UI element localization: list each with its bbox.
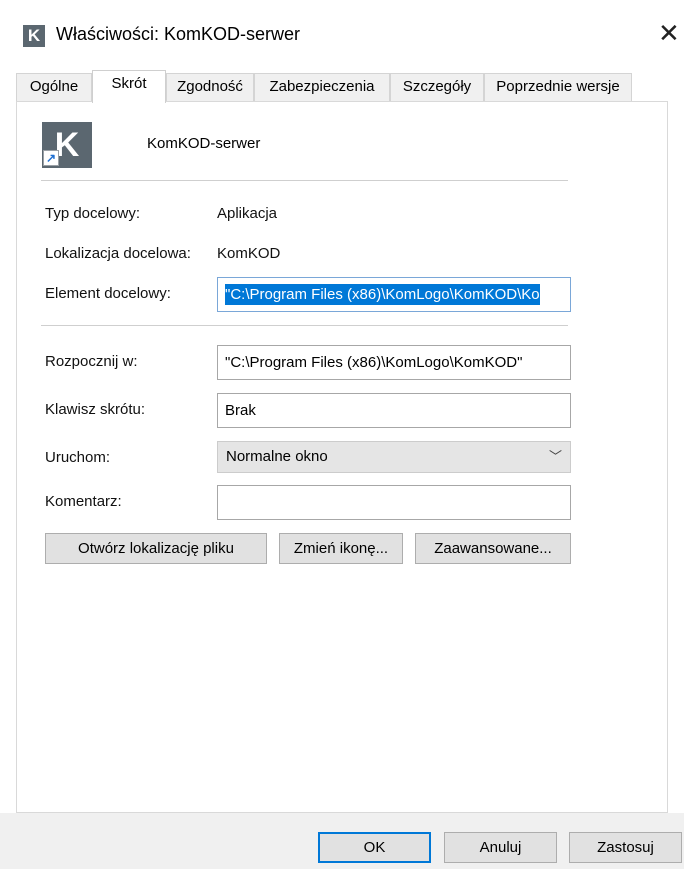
target-type-value: Aplikacja — [217, 205, 278, 222]
open-file-location-button[interactable]: Otwórz lokalizację pliku — [45, 533, 267, 564]
tab-shortcut[interactable]: Skrót — [92, 70, 166, 103]
target-location-value: KomKOD — [217, 245, 281, 262]
title-bar: K Właściwości: KomKOD-serwer ✕ — [0, 0, 684, 70]
change-icon-button[interactable]: Zmień ikonę... — [279, 533, 403, 564]
tab-strip: Ogólne Skrót Zgodność Zabezpieczenia Szc… — [16, 70, 668, 103]
chevron-down-icon: ﹀ — [548, 449, 562, 464]
tab-previous-versions[interactable]: Poprzednie wersje — [484, 73, 632, 101]
target-field-text: "C:\Program Files (x86)\KomLogo\KomKOD\K… — [225, 284, 540, 305]
shortcut-name: KomKOD-serwer — [147, 135, 261, 152]
target-field[interactable]: "C:\Program Files (x86)\KomLogo\KomKOD\K… — [217, 277, 571, 312]
run-select[interactable]: Normalne okno ﹀ — [217, 441, 571, 473]
target-label: Element docelowy: — [45, 285, 171, 302]
tab-security[interactable]: Zabezpieczenia — [254, 73, 390, 101]
hotkey-label: Klawisz skrótu: — [45, 401, 146, 418]
ok-button[interactable]: OK — [318, 832, 431, 863]
shortcut-arrow-icon: ↗ — [43, 150, 59, 166]
tab-compatibility[interactable]: Zgodność — [166, 73, 254, 101]
advanced-button[interactable]: Zaawansowane... — [415, 533, 571, 564]
start-in-label: Rozpocznij w: — [45, 353, 138, 370]
comment-field[interactable] — [217, 485, 571, 520]
app-icon: K — [23, 25, 45, 47]
apply-button[interactable]: Zastosuj — [569, 832, 682, 863]
separator — [41, 180, 568, 181]
run-label: Uruchom: — [45, 449, 111, 466]
hotkey-field[interactable]: Brak — [217, 393, 571, 428]
dialog-footer: OK Anuluj Zastosuj — [0, 813, 684, 869]
window-title: Właściwości: KomKOD-serwer — [56, 24, 301, 44]
tab-general[interactable]: Ogólne — [16, 73, 92, 101]
separator — [41, 325, 568, 326]
target-location-label: Lokalizacja docelowa: — [45, 245, 191, 262]
start-in-field[interactable]: "C:\Program Files (x86)\KomLogo\KomKOD" — [217, 345, 571, 380]
comment-label: Komentarz: — [45, 493, 122, 510]
cancel-button[interactable]: Anuluj — [444, 832, 557, 863]
target-type-label: Typ docelowy: — [45, 205, 141, 222]
run-select-value: Normalne okno — [226, 448, 328, 465]
tab-details[interactable]: Szczegóły — [390, 73, 484, 101]
close-icon[interactable]: ✕ — [658, 18, 680, 48]
